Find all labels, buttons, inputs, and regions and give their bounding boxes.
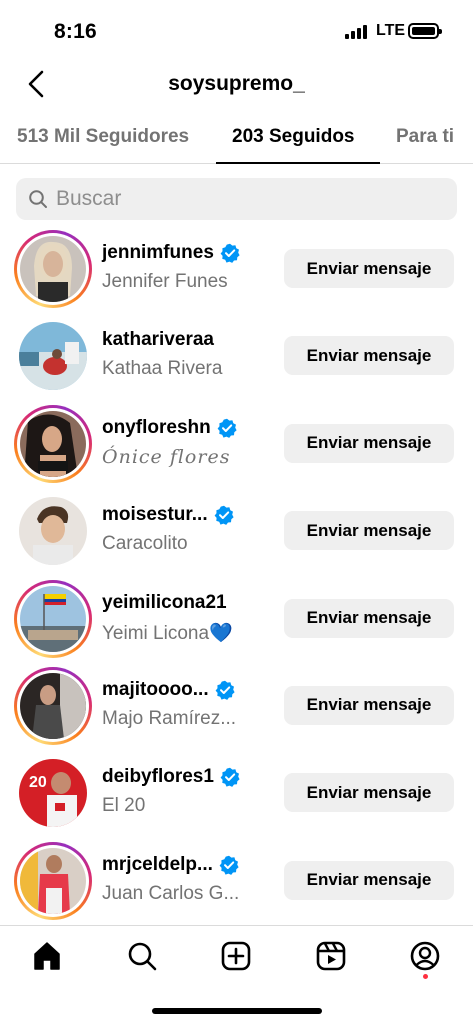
avatar [19,497,87,566]
avatar [20,847,86,914]
username[interactable]: kathariveraa [102,329,214,351]
verified-badge-icon [219,855,239,875]
full-name: Jennifer Funes [102,271,228,292]
full-name: Yeimi Licona💙 [102,622,233,644]
search-bar [16,178,457,220]
svg-text:20: 20 [29,774,47,791]
verified-badge-icon [220,243,240,263]
avatar [20,236,86,302]
send-message-button[interactable]: Enviar mensaje [284,598,454,638]
avatar-story-ring[interactable] [14,579,92,658]
username[interactable]: onyfloreshn [102,417,211,439]
send-message-button[interactable]: Enviar mensaje [284,860,454,900]
avatar [20,585,86,652]
nav-reels[interactable] [311,936,351,976]
list-item[interactable]: yeimilicona21 Yeimi Licona💙 Enviar mensa… [0,576,473,663]
tab-following[interactable]: 203 Seguidos [232,126,355,148]
verified-badge-icon [220,767,240,788]
battery-icon [408,23,442,39]
avatar-story-ring[interactable] [14,666,92,745]
verified-badge-icon [217,418,237,438]
full-name: Caracolito [102,533,188,555]
network-label: LTE [376,22,406,39]
avatar-story-ring[interactable] [14,841,92,920]
status-time: 8:16 [54,20,97,43]
verified-badge-icon [214,505,234,526]
verified-badge-icon [215,680,235,700]
tab-for-you[interactable]: Para ti [396,126,454,148]
nav-profile[interactable] [405,936,445,976]
search-icon [28,189,48,209]
list-item[interactable]: mrjceldelp... Juan Carlos G... Enviar me… [0,838,473,925]
create-icon [221,941,251,971]
home-icon [34,942,60,970]
send-message-button[interactable]: Enviar mensaje [284,423,454,463]
send-message-button[interactable]: Enviar mensaje [284,511,454,551]
send-message-button[interactable]: Enviar mensaje [284,249,454,288]
reels-icon [316,941,346,971]
nav-search[interactable] [122,936,162,976]
tab-followers[interactable]: 513 Mil Seguidores [17,126,189,148]
list-item[interactable]: onyfloreshn Ónice flores Enviar mensaje [0,401,473,488]
list-item[interactable]: kathariveraa Kathaa Rivera Enviar mensaj… [0,313,473,400]
active-tab-indicator [216,162,380,164]
signal-icon [345,25,371,39]
full-name: El 20 [102,795,146,817]
nav-create[interactable] [216,936,256,976]
full-name: Ónice flores [102,445,231,468]
list-item[interactable]: majitoooo... Majo Ramírez... Enviar mens… [0,663,473,750]
username[interactable]: majitoooo... [102,679,209,701]
username[interactable]: jennimfunes [102,242,214,264]
avatar [20,672,86,739]
tab-bar: 513 Mil Seguidores 203 Seguidos Para ti [0,112,473,164]
full-name: Majo Ramírez... [102,707,237,729]
send-message-button[interactable]: Enviar mensaje [284,685,454,725]
send-message-button[interactable]: Enviar mensaje [284,336,454,376]
username[interactable]: yeimilicona21 [102,592,227,614]
full-name: Kathaa Rivera [102,358,223,380]
nav-home[interactable] [27,936,67,976]
home-indicator [152,1008,322,1014]
following-list: jennimfunes Jennifer Funes Enviar mensaj… [0,226,473,925]
status-bar: 8:16 LTE [0,0,473,60]
list-item[interactable]: jennimfunes Jennifer Funes Enviar mensaj… [0,226,473,313]
send-message-button[interactable]: Enviar mensaje [284,773,454,813]
avatar: 20 [19,759,87,828]
avatar-wrapper[interactable] [14,492,92,570]
avatar-wrapper[interactable] [14,317,92,395]
avatar [19,322,87,391]
list-item[interactable]: moisestur... Caracolito Enviar mensaje [0,488,473,575]
list-item[interactable]: 20 deibyflores1 El 20 Enviar mensaje [0,750,473,837]
full-name: Juan Carlos G... [102,882,240,904]
header: soysupremo_ [0,60,473,110]
avatar-wrapper[interactable]: 20 [14,754,92,832]
avatar-story-ring[interactable] [14,230,92,308]
page-title: soysupremo_ [168,72,305,95]
bottom-nav [0,925,473,1024]
search-input[interactable] [56,187,436,211]
username[interactable]: deibyflores1 [102,766,214,788]
search-icon [128,942,157,971]
avatar-story-ring[interactable] [14,404,92,483]
username[interactable]: mrjceldelp... [102,854,213,876]
avatar [20,410,86,477]
username[interactable]: moisestur... [102,504,208,526]
notification-dot [423,974,428,979]
profile-icon [410,941,440,971]
